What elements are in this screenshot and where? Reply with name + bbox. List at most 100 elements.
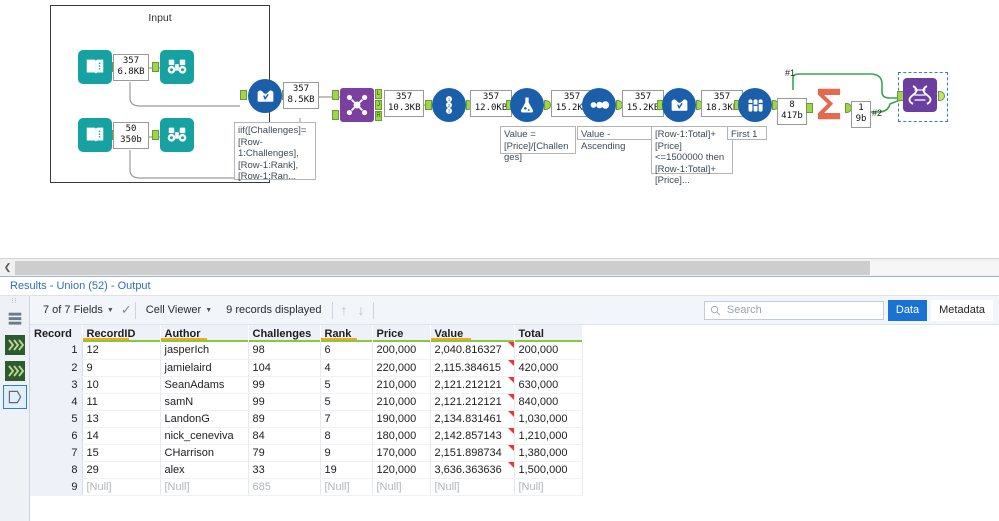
cell-challenges[interactable]: 104 [248,359,321,377]
column-header-price[interactable]: Price [372,325,431,342]
table-row[interactable]: 2 9 jamielaird 104 4 220,000 2,115.384615 420,0… [30,359,583,377]
cell-recordid[interactable]: 10 [82,376,161,394]
join-tool[interactable] [340,88,374,122]
table-row[interactable]: 9 [Null] [Null] 685 [Null] [Null] [Null] [Null] [30,478,583,496]
column-header-challenges[interactable]: Challenges [248,325,321,342]
cell-recordid[interactable]: 15 [82,444,161,462]
cell-author[interactable]: alex [160,461,249,479]
cell-price[interactable]: 210,000 [372,393,431,411]
column-header-rank[interactable]: Rank [320,325,373,342]
cell-recordid[interactable]: 11 [82,393,161,411]
cell-price[interactable]: [Null] [372,478,431,496]
cell-author[interactable]: CHarrison [160,444,249,462]
cell-price[interactable]: 220,000 [372,359,431,377]
cell-value[interactable]: 2,142.857143 [430,427,515,445]
cell-value[interactable]: 3,636.363636 [430,461,515,479]
output-anchor-join-r[interactable]: R [375,111,382,121]
results-data-grid[interactable]: Record RecordID Author Challenges Rank P… [30,325,999,521]
cell-total[interactable]: 1,500,000 [514,461,583,479]
cell-total[interactable]: 1,030,000 [514,410,583,428]
cell-rank[interactable]: 6 [320,342,373,360]
cell-price[interactable]: 210,000 [372,376,431,394]
input-data-tool-2[interactable] [78,118,112,152]
summarize-tool[interactable] [812,86,846,125]
browse-tool-1[interactable] [160,50,194,84]
cell-record[interactable]: 8 [30,461,83,479]
cell-author[interactable]: LandonG [160,410,249,428]
table-row[interactable]: 4 11 samN 99 5 210,000 2,121.212121 840,000 [30,393,583,411]
input-anchor-multirow1[interactable] [240,90,247,100]
sample-tool[interactable] [738,88,772,122]
cell-record[interactable]: 3 [30,376,83,394]
cell-challenges[interactable]: 79 [248,444,321,462]
table-row[interactable]: 8 29 alex 33 19 120,000 3,636.363636 1,500,000 [30,461,583,479]
record-id-tool[interactable]: 1 2 3 [432,88,466,122]
tab-metadata[interactable]: Metadata [931,299,993,321]
cell-value[interactable]: 2,115.384615 [430,359,515,377]
column-header-record[interactable]: Record [30,325,83,342]
cell-author[interactable]: jasperIch [160,342,249,360]
cell-value[interactable]: 2,121.212121 [430,376,515,394]
cell-recordid[interactable]: 14 [82,427,161,445]
chevrons-right-icon-2[interactable] [3,359,27,383]
cell-record[interactable]: 9 [30,478,83,496]
sort-tool[interactable] [582,88,616,122]
column-header-total[interactable]: Total [514,325,583,342]
cell-challenges[interactable]: 685 [248,478,321,496]
cell-challenges[interactable]: 99 [248,393,321,411]
cell-author[interactable]: jamielaird [160,359,249,377]
cell-challenges[interactable]: 98 [248,342,321,360]
cell-author[interactable]: samN [160,393,249,411]
cell-rank[interactable]: 9 [320,444,373,462]
cell-recordid[interactable]: 9 [82,359,161,377]
workflow-canvas[interactable]: Input 357 6.8KB 50 350b 357 8.5KB iif([C… [0,0,999,258]
cell-rank[interactable]: 4 [320,359,373,377]
cell-price[interactable]: 200,000 [372,342,431,360]
table-row[interactable]: 3 10 SeanAdams 99 5 210,000 2,121.212121 630,00… [30,376,583,394]
column-header-author[interactable]: Author [160,325,249,342]
search-input[interactable] [724,303,878,317]
layers-icon[interactable] [3,307,27,331]
canvas-horizontal-scrollbar[interactable]: ❮ [0,258,999,276]
cell-total[interactable]: 200,000 [514,342,583,360]
cell-rank[interactable]: 7 [320,410,373,428]
cell-author[interactable]: [Null] [160,478,249,496]
table-row[interactable]: 6 14 nick_ceneviva 84 8 180,000 2,142.857143 1,… [30,427,583,445]
cell-total[interactable]: [Null] [514,478,583,496]
cell-rank[interactable]: 19 [320,461,373,479]
cell-challenges[interactable]: 84 [248,427,321,445]
cell-recordid[interactable]: 13 [82,410,161,428]
cell-author[interactable]: nick_ceneviva [160,427,249,445]
cell-recordid[interactable]: 12 [82,342,161,360]
multi-row-formula-tool-2[interactable] [662,88,696,122]
cell-rank[interactable]: 5 [320,393,373,411]
cell-recordid[interactable]: [Null] [82,478,161,496]
rail-grip[interactable]: ⁝⁝ [11,298,17,305]
cell-price[interactable]: 190,000 [372,410,431,428]
tag-shape-icon[interactable] [2,385,27,409]
cell-record[interactable]: 7 [30,444,83,462]
cell-total[interactable]: 1,380,000 [514,444,583,462]
input-anchor-join-left[interactable] [332,90,339,100]
cell-rank[interactable]: 8 [320,427,373,445]
cell-challenges[interactable]: 99 [248,376,321,394]
multi-row-formula-tool-1[interactable] [248,79,282,113]
tab-data[interactable]: Data [887,299,928,321]
check-icon[interactable]: ✓ [121,302,132,318]
formula-tool[interactable] [510,88,544,122]
output-anchor-join-l[interactable]: L [375,89,382,99]
output-anchor-formula[interactable] [544,100,551,110]
cell-total[interactable]: 1,210,000 [514,427,583,445]
chevron-down-icon[interactable]: ▼ [107,307,114,314]
cell-value[interactable]: 2,151.898734 [430,444,515,462]
input-anchor-browse2[interactable] [152,130,159,140]
cell-challenges[interactable]: 89 [248,410,321,428]
cell-price[interactable]: 170,000 [372,444,431,462]
cell-total[interactable]: 840,000 [514,393,583,411]
table-row[interactable]: 7 15 CHarrison 79 9 170,000 2,151.898734 1,380,… [30,444,583,462]
cell-price[interactable]: 180,000 [372,427,431,445]
input-data-tool-1[interactable] [78,50,112,84]
cell-record[interactable]: 4 [30,393,83,411]
scrollbar-thumb[interactable] [15,260,870,275]
input-anchor-browse1[interactable] [152,62,159,72]
